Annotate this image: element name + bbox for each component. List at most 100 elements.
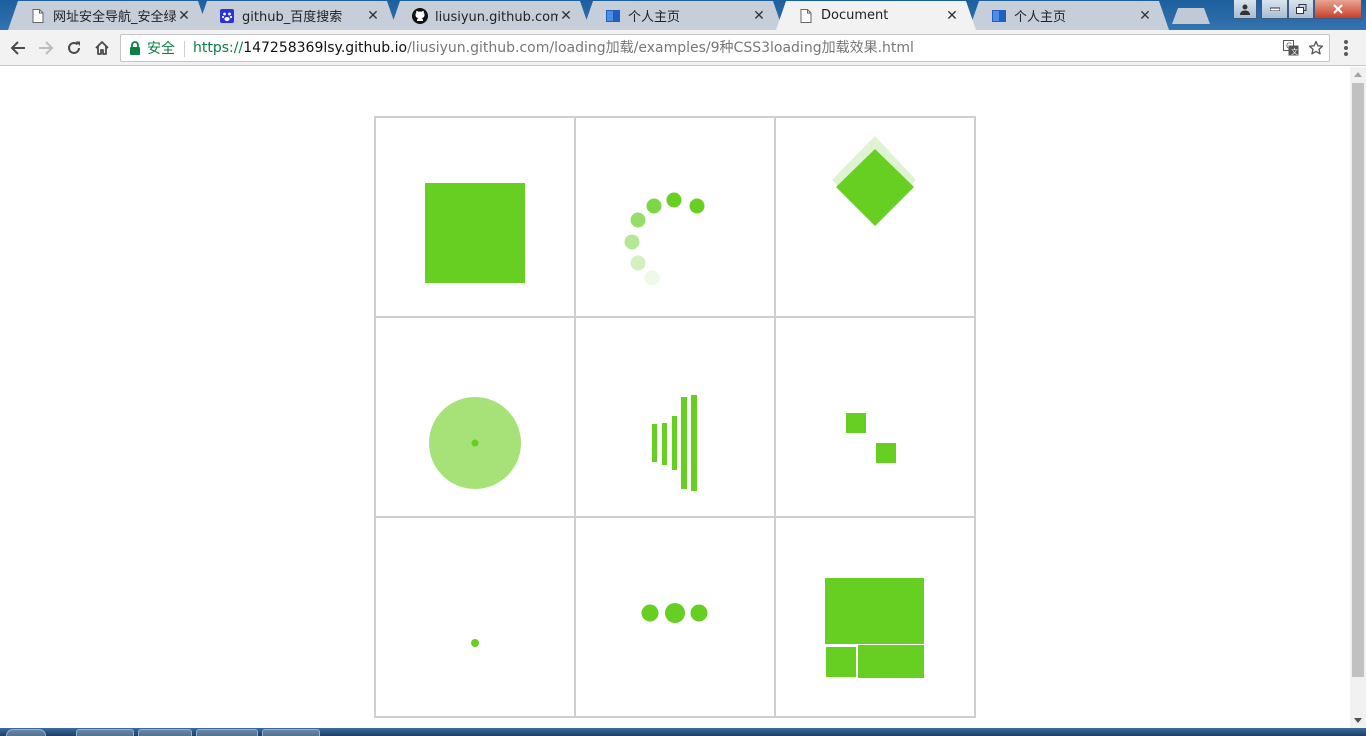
fold-block bbox=[826, 647, 856, 677]
bar bbox=[672, 416, 677, 470]
spinner-dot bbox=[689, 198, 705, 214]
back-button[interactable] bbox=[6, 36, 30, 60]
scroll-up-arrow-icon[interactable] bbox=[1354, 72, 1362, 77]
tab-title: 个人主页 bbox=[628, 10, 681, 25]
taskbar-item[interactable] bbox=[76, 729, 134, 736]
security-indicator[interactable]: 安全 bbox=[129, 35, 175, 61]
small-square bbox=[846, 413, 866, 433]
browser-tab-strip: 网址安全导航_安全绿色上网 ✕ github_百度搜索 ✕ liusiyun.g… bbox=[0, 0, 1366, 30]
loader-grid bbox=[374, 116, 976, 718]
menu-icon[interactable] bbox=[1338, 38, 1354, 58]
bar bbox=[681, 397, 687, 489]
spinner-dot bbox=[630, 212, 646, 228]
bars-loader bbox=[652, 395, 697, 491]
svg-text:文: 文 bbox=[1291, 47, 1298, 56]
dot bbox=[665, 603, 685, 623]
bookmark-star-button[interactable] bbox=[1308, 40, 1324, 56]
browser-toolbar: 安全 https://147258369lsy.github.io/liusiy… bbox=[0, 30, 1366, 66]
close-icon[interactable]: ✕ bbox=[176, 8, 192, 24]
star-icon bbox=[1308, 40, 1324, 55]
window-close-button[interactable] bbox=[1314, 0, 1362, 19]
tab-5[interactable]: 个人主页 ✕ bbox=[969, 1, 1169, 30]
pulse-circle-loader bbox=[429, 397, 521, 489]
loader-cell-diamond bbox=[776, 118, 976, 318]
tiny-dot-loader bbox=[471, 639, 479, 647]
spinner-dot bbox=[630, 255, 646, 271]
loader-cell-folding-squares bbox=[776, 518, 976, 718]
three-dots-loader bbox=[641, 603, 708, 623]
close-icon[interactable]: ✕ bbox=[944, 8, 960, 24]
forward-arrow-icon bbox=[39, 41, 54, 55]
vertical-scrollbar[interactable] bbox=[1350, 67, 1366, 728]
tab-2[interactable]: liusiyun.github.com/9种CSS3loading加载效果.ht… bbox=[390, 1, 590, 30]
close-icon[interactable]: ✕ bbox=[558, 8, 574, 24]
home-icon bbox=[95, 41, 109, 55]
tab-1[interactable]: github_百度搜索 ✕ bbox=[197, 1, 397, 30]
dot-spinner-loader bbox=[624, 192, 705, 286]
restore-button[interactable] bbox=[1288, 0, 1314, 19]
scroll-down-arrow-icon[interactable] bbox=[1354, 718, 1362, 723]
close-icon[interactable]: ✕ bbox=[365, 8, 381, 24]
minimize-icon bbox=[1269, 7, 1280, 11]
diamond-loader bbox=[832, 136, 916, 226]
back-arrow-icon bbox=[10, 41, 25, 55]
github-icon bbox=[412, 8, 428, 24]
loader-cell-square bbox=[376, 118, 576, 318]
taskbar-item-chrome[interactable] bbox=[196, 729, 258, 736]
forward-button[interactable] bbox=[34, 36, 58, 60]
spinner-dot bbox=[666, 192, 682, 208]
new-tab-button[interactable] bbox=[1172, 8, 1210, 24]
reload-button[interactable] bbox=[62, 36, 86, 60]
loader-cell-two-squares bbox=[776, 318, 976, 518]
fold-block bbox=[858, 645, 924, 678]
translate-icon: G文 bbox=[1283, 40, 1299, 56]
loader-cell-bars bbox=[576, 318, 776, 518]
tab-4-active[interactable]: Document ✕ bbox=[776, 1, 976, 30]
tab-title: liusiyun.github.com/9种CSS3loading加载效果.ht… bbox=[435, 10, 558, 25]
fold-block bbox=[825, 578, 924, 644]
url-scheme: https:// bbox=[193, 40, 244, 56]
diamond-shape bbox=[836, 149, 914, 226]
pulse-center-dot bbox=[471, 439, 479, 447]
user-icon bbox=[1240, 4, 1250, 15]
spinner-dot bbox=[624, 234, 640, 250]
tab-title: 个人主页 bbox=[1014, 10, 1067, 25]
restore-icon bbox=[1295, 4, 1306, 14]
loader-cell-pulse-circle bbox=[376, 318, 576, 518]
close-icon bbox=[1333, 4, 1343, 14]
url-host: 147258369lsy.github.io bbox=[243, 40, 408, 56]
loader-cell-tiny-dot bbox=[376, 518, 576, 718]
url-path: /liusiyun.github.com/loading加载/examples/… bbox=[407, 40, 914, 56]
address-bar[interactable]: 安全 https://147258369lsy.github.io/liusiy… bbox=[120, 34, 1330, 62]
blue-site-icon bbox=[605, 8, 621, 24]
close-icon[interactable]: ✕ bbox=[1137, 8, 1153, 24]
spinner-dot bbox=[644, 270, 660, 286]
divider bbox=[184, 41, 185, 57]
close-icon[interactable]: ✕ bbox=[751, 8, 767, 24]
tab-3[interactable]: 个人主页 ✕ bbox=[583, 1, 783, 30]
start-button[interactable] bbox=[6, 729, 46, 736]
user-profile-button[interactable] bbox=[1233, 0, 1257, 19]
bar bbox=[662, 423, 667, 465]
lock-icon bbox=[130, 41, 140, 55]
tiny-dot bbox=[471, 639, 479, 647]
bar bbox=[652, 424, 657, 462]
taskbar-item[interactable] bbox=[138, 729, 192, 736]
home-button[interactable] bbox=[90, 36, 114, 60]
translate-button[interactable]: G文 bbox=[1283, 40, 1299, 56]
page-viewport bbox=[0, 67, 1350, 728]
reload-icon bbox=[68, 41, 80, 54]
minimize-button[interactable] bbox=[1261, 0, 1288, 19]
scroll-thumb[interactable] bbox=[1352, 83, 1364, 677]
page-icon bbox=[30, 8, 46, 24]
page-icon bbox=[798, 8, 814, 24]
taskbar-item[interactable] bbox=[262, 729, 320, 736]
loader-cell-dot-spinner bbox=[576, 118, 776, 318]
dot bbox=[641, 604, 659, 622]
tab-0[interactable]: 网址安全导航_安全绿色上网 ✕ bbox=[8, 1, 208, 30]
tab-title: github_百度搜索 bbox=[242, 10, 343, 25]
square-loader bbox=[425, 183, 525, 283]
security-label: 安全 bbox=[147, 41, 175, 57]
url-text[interactable]: https://147258369lsy.github.io/liusiyun.… bbox=[193, 35, 914, 61]
os-taskbar bbox=[0, 728, 1366, 736]
